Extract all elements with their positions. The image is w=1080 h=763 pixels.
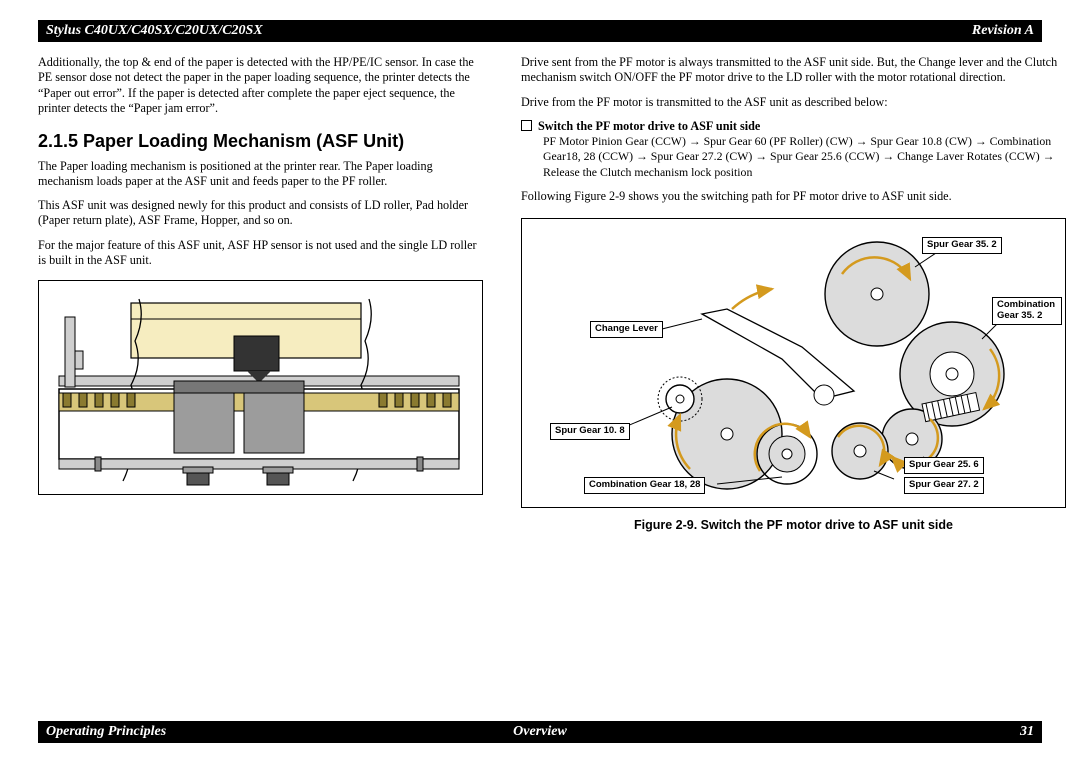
para: The Paper loading mechanism is positione… (38, 159, 483, 190)
para: Following Figure 2-9 shows you the switc… (521, 189, 1066, 204)
footer-left: Operating Principles (46, 724, 166, 740)
label-comb-35-2: Combination Gear 35. 2 (992, 297, 1062, 325)
figure-asf-unit (38, 280, 483, 495)
para: Additionally, the top & end of the paper… (38, 55, 483, 116)
checkbox-icon (521, 120, 532, 131)
subsection-title: Switch the PF motor drive to ASF unit si… (538, 119, 760, 134)
label-spur-10-8: Spur Gear 10. 8 (550, 423, 630, 440)
section-heading: 2.1.5 Paper Loading Mechanism (ASF Unit) (38, 130, 483, 153)
figure-caption: Figure 2-9. Switch the PF motor drive to… (521, 518, 1066, 534)
gear-diagram-svg (522, 219, 1067, 509)
label-change-lever: Change Lever (590, 321, 663, 338)
right-column: Drive sent from the PF motor is always t… (521, 55, 1066, 534)
para: For the major feature of this ASF unit, … (38, 238, 483, 269)
asf-diagram-svg (39, 281, 483, 495)
subsection: Switch the PF motor drive to ASF unit si… (521, 119, 1066, 134)
gear-path: PF Motor Pinion Gear (CCW) → Spur Gear 6… (543, 134, 1066, 180)
label-spur-27-2: Spur Gear 27. 2 (904, 477, 984, 494)
left-column: Additionally, the top & end of the paper… (38, 55, 483, 534)
footer-center: Overview (513, 724, 567, 740)
header-left: Stylus C40UX/C40SX/C20UX/C20SX (46, 23, 263, 39)
label-spur-25-6: Spur Gear 25. 6 (904, 457, 984, 474)
header-right: Revision A (972, 23, 1034, 39)
para: This ASF unit was designed newly for thi… (38, 198, 483, 229)
para: Drive from the PF motor is transmitted t… (521, 95, 1066, 110)
figure-gear-train: Spur Gear 35. 2 Combination Gear 35. 2 C… (521, 218, 1066, 508)
label-spur-35-2: Spur Gear 35. 2 (922, 237, 1002, 254)
header-bar: Stylus C40UX/C40SX/C20UX/C20SX Revision … (38, 20, 1042, 42)
footer-right: 31 (1020, 724, 1034, 740)
para: Drive sent from the PF motor is always t… (521, 55, 1066, 86)
content: Additionally, the top & end of the paper… (38, 55, 1042, 534)
footer-bar: Operating Principles Overview 31 (38, 721, 1042, 743)
label-comb-18-28: Combination Gear 18, 28 (584, 477, 705, 494)
